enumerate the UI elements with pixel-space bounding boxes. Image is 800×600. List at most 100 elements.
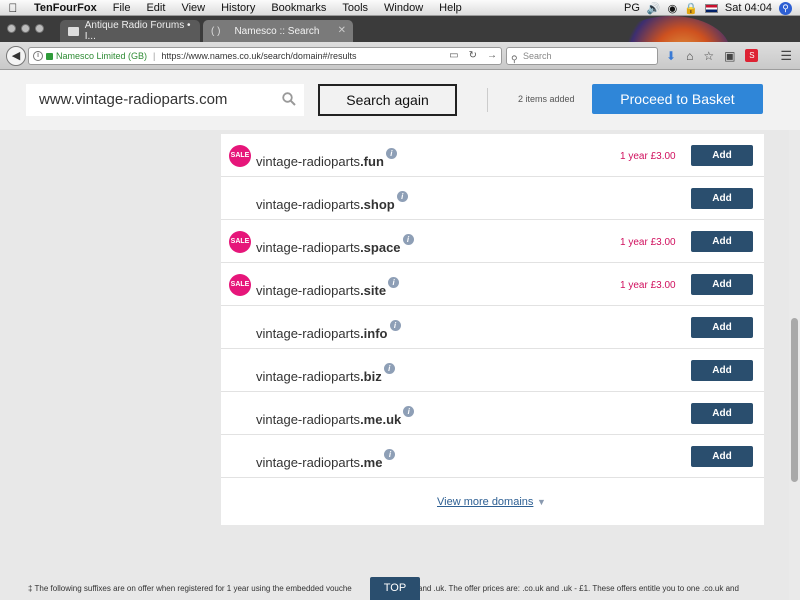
domain-row: vintage-radioparts.shopi Add: [221, 177, 764, 220]
minimize-window-button[interactable]: [21, 24, 30, 33]
header-divider: [487, 88, 488, 112]
search-again-button[interactable]: Search again: [318, 84, 457, 116]
domain-row: vintage-radioparts.infoi Add: [221, 306, 764, 349]
menu-help[interactable]: Help: [431, 2, 470, 14]
domain-row: vintage-radioparts.me.uki Add: [221, 392, 764, 435]
tab-label: Antique Radio Forums • I...: [84, 20, 191, 42]
menu-window[interactable]: Window: [376, 2, 431, 14]
sale-badge: SALE: [229, 274, 251, 296]
add-button[interactable]: Add: [691, 188, 753, 209]
zoom-window-button[interactable]: [35, 24, 44, 33]
tab-namesco-search[interactable]: ( ) Namesco :: Search ✕: [203, 20, 353, 42]
domain-base: vintage-radioparts: [256, 240, 361, 255]
back-to-top-button[interactable]: TOP: [370, 577, 420, 600]
url-tools: ▭ ↻ →: [449, 50, 497, 61]
menu-edit[interactable]: Edit: [138, 2, 173, 14]
wifi-icon[interactable]: ◉: [668, 2, 678, 15]
domain-base: vintage-radioparts: [256, 412, 361, 427]
download-icon[interactable]: ⬇: [666, 49, 676, 63]
apple-menu-icon[interactable]: : [0, 1, 26, 15]
domain-tld: .site: [360, 283, 387, 298]
mac-menubar:  TenFourFox File Edit View History Book…: [0, 0, 800, 16]
menu-bookmarks[interactable]: Bookmarks: [263, 2, 334, 14]
domain-tld: .fun: [360, 154, 384, 169]
domain-tld: .info: [360, 326, 388, 341]
domain-row: SALE vintage-radioparts.spacei 1 year £3…: [221, 220, 764, 263]
menu-file[interactable]: File: [105, 2, 139, 14]
footnote-text-tail: k and .uk. The offer prices are: .co.uk …: [411, 584, 739, 593]
reader-view-icon[interactable]: ▭: [449, 50, 458, 61]
domain-base: vintage-radioparts: [256, 283, 361, 298]
home-icon[interactable]: ⌂: [686, 49, 693, 63]
domain-search-input[interactable]: www.vintage-radioparts.com: [26, 84, 304, 116]
site-identity[interactable]: Namesco Limited (GB): [56, 51, 147, 61]
search-icon: ⚲: [511, 54, 518, 64]
menu-app[interactable]: TenFourFox: [26, 2, 105, 14]
info-icon[interactable]: i: [403, 406, 415, 417]
search-placeholder: Search: [523, 51, 552, 61]
info-icon[interactable]: i: [388, 277, 400, 288]
scrollbar-thumb[interactable]: [791, 318, 798, 482]
domain-price: 1 year £3.00: [620, 280, 676, 291]
bookmark-star-icon[interactable]: ☆: [703, 49, 714, 63]
add-button[interactable]: Add: [691, 403, 753, 424]
info-icon[interactable]: i: [402, 234, 414, 245]
url-text[interactable]: https://www.names.co.uk/search/domain#/r…: [161, 51, 356, 61]
back-button[interactable]: ◀: [6, 46, 26, 66]
chevron-down-icon[interactable]: ▼: [537, 497, 546, 507]
lock-icon[interactable]: 🔒: [684, 2, 698, 15]
status-pg[interactable]: PG: [624, 2, 640, 14]
url-bar[interactable]: i Namesco Limited (GB) | https://www.nam…: [28, 47, 502, 65]
domain-row: SALE vintage-radioparts.funi 1 year £3.0…: [221, 134, 764, 177]
search-icon[interactable]: [282, 92, 296, 106]
tab-antique-radio-forums[interactable]: Antique Radio Forums • I...: [60, 20, 200, 42]
uk-flag-icon[interactable]: [704, 3, 718, 13]
menu-view[interactable]: View: [173, 2, 213, 14]
info-icon[interactable]: i: [389, 320, 401, 331]
domain-row: SALE vintage-radioparts.sitei 1 year £3.…: [221, 263, 764, 306]
info-icon[interactable]: i: [385, 148, 397, 159]
close-window-button[interactable]: [7, 24, 16, 33]
hamburger-menu-icon[interactable]: ☰: [780, 48, 792, 64]
spotlight-icon[interactable]: ⚲: [779, 1, 792, 15]
add-button[interactable]: Add: [691, 145, 753, 166]
close-tab-icon[interactable]: ✕: [338, 25, 346, 36]
domain-base: vintage-radioparts: [256, 154, 361, 169]
page-scrollbar[interactable]: [789, 130, 800, 600]
menubar-status: PG 🔊 ◉ 🔒 Sat 04:04 ⚲: [624, 0, 800, 16]
forward-icon[interactable]: →: [487, 50, 497, 61]
browser-search-input[interactable]: ⚲ Search: [506, 47, 658, 65]
domain-name: vintage-radioparts.funi: [256, 148, 397, 169]
add-button[interactable]: Add: [691, 317, 753, 338]
domain-name: vintage-radioparts.me.uki: [256, 406, 415, 427]
info-icon[interactable]: i: [383, 363, 395, 374]
domain-base: vintage-radioparts: [256, 455, 361, 470]
domain-tld: .biz: [360, 369, 382, 384]
bookmarks-menu-icon[interactable]: ▣: [724, 49, 735, 63]
domain-row: vintage-radioparts.mei Add: [221, 435, 764, 478]
domain-name: vintage-radioparts.infoi: [256, 320, 401, 341]
domain-tld: .shop: [360, 197, 395, 212]
view-more-domains-link[interactable]: View more domains: [437, 496, 533, 508]
proceed-to-basket-button[interactable]: Proceed to Basket: [592, 84, 763, 114]
radio-favicon-icon: [68, 26, 79, 36]
add-button[interactable]: Add: [691, 274, 753, 295]
clock[interactable]: Sat 04:04: [725, 2, 772, 14]
info-icon[interactable]: i: [396, 191, 408, 202]
menu-history[interactable]: History: [213, 2, 263, 14]
info-icon[interactable]: i: [33, 51, 43, 61]
add-button[interactable]: Add: [691, 446, 753, 467]
tab-label: Namesco :: Search: [234, 25, 320, 37]
reload-icon[interactable]: ↻: [469, 50, 477, 61]
secure-lock-icon: [46, 52, 53, 60]
add-button[interactable]: Add: [691, 231, 753, 252]
addon-icon[interactable]: S: [745, 49, 759, 62]
sale-badge: SALE: [229, 231, 251, 253]
domain-name: vintage-radioparts.sitei: [256, 277, 400, 298]
menu-tools[interactable]: Tools: [334, 2, 376, 14]
volume-icon[interactable]: 🔊: [647, 2, 661, 15]
domain-results: SALE vintage-radioparts.funi 1 year £3.0…: [221, 134, 764, 525]
add-button[interactable]: Add: [691, 360, 753, 381]
info-icon[interactable]: i: [384, 449, 396, 460]
footnote-text: ‡ The following suffixes are on offer wh…: [28, 584, 352, 593]
